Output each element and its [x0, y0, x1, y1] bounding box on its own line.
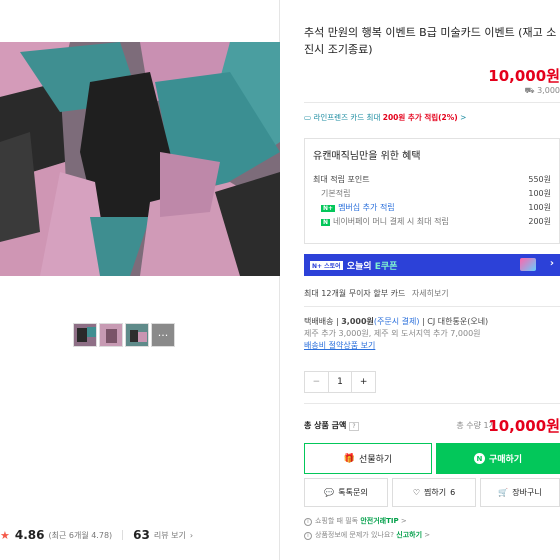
- installment-detail-link[interactable]: 자세히보기: [412, 289, 449, 298]
- shipping-payment-note: (주문시 결제): [373, 317, 420, 326]
- help-icon[interactable]: ?: [349, 422, 359, 431]
- product-gallery: ··· ★ 4.86 (최근 6개월 4.78) 63 리뷰 보기 ›: [0, 0, 280, 560]
- review-count: 63: [133, 528, 150, 542]
- total-label: 총 상품 금액?: [304, 420, 359, 431]
- thumbnail-1[interactable]: [73, 323, 97, 347]
- shipping-mini-value: 3,000: [537, 86, 560, 95]
- shipping-method: 택배배송: [304, 317, 334, 326]
- rating-recent: (최근 6개월 4.78): [48, 530, 113, 540]
- benefit-row-naverpay[interactable]: N 네이버페이 머니 결제 시 최대 적립 200원: [313, 214, 551, 228]
- product-main-image[interactable]: [0, 42, 280, 276]
- card-promo-text: 라인프렌즈 카드 최대: [313, 113, 381, 122]
- cart-button-label: 장바구니: [512, 488, 542, 497]
- total-price-unit: 원: [546, 417, 560, 435]
- banner-highlight: E쿠폰: [374, 261, 398, 272]
- wish-button[interactable]: ♡ 찜하기 6: [392, 478, 476, 507]
- product-title: 추석 만원의 행복 이벤트 B급 미술카드 이벤트 (재고 소진시 조기종료): [304, 26, 557, 56]
- safety-tip-link[interactable]: 안전거래TIP: [360, 517, 398, 525]
- product-price: 10,000원: [488, 65, 560, 86]
- gift-icon: 🎁: [343, 453, 356, 464]
- more-icon: ···: [157, 328, 169, 342]
- chevron-right-icon: ›: [549, 258, 554, 269]
- benefit-max-row: 최대 적립 포인트 550원: [313, 172, 551, 186]
- benefit-value: 200원: [528, 216, 551, 226]
- rating-score: 4.86: [14, 528, 45, 542]
- report-link[interactable]: 신고하기: [396, 531, 422, 539]
- divider: [304, 306, 560, 307]
- info-icon: i: [304, 518, 312, 526]
- gift-button-label: 선물하기: [359, 455, 393, 465]
- star-icon: ★: [0, 528, 10, 542]
- notice-report: i 상품정보에 문제가 있나요? 신고하기 >: [304, 530, 430, 540]
- store-badge: N+ 스토어: [310, 260, 343, 270]
- ecoupon-banner[interactable]: N+ 스토어 오늘의 E쿠폰 ›: [304, 254, 560, 276]
- info-icon: i: [304, 532, 312, 540]
- quantity-plus-button[interactable]: +: [352, 372, 375, 392]
- gift-button[interactable]: 🎁 선물하기: [304, 443, 432, 474]
- price-value: 10,000: [488, 67, 547, 85]
- card-point-promo[interactable]: ▭ 라인프렌즈 카드 최대 200원 추가 적립(2%) >: [304, 112, 466, 123]
- divider: [304, 403, 560, 404]
- naverpay-icon: N: [321, 218, 331, 226]
- benefit-value: 100원: [528, 202, 551, 212]
- benefit-title: 유캔매직님만을 위한 혜택: [313, 151, 421, 162]
- quantity-input[interactable]: 1: [327, 372, 353, 392]
- review-link[interactable]: 리뷰 보기: [154, 530, 186, 541]
- wish-button-label: 찜하기: [423, 488, 447, 497]
- shipping-save-link[interactable]: 배송비 절약상품 보기: [304, 340, 488, 352]
- total-label-text: 총 상품 금액: [304, 421, 347, 430]
- cart-button[interactable]: 🛒 장바구니: [480, 478, 560, 507]
- shipping-fee: 3,000원: [341, 317, 374, 326]
- benefit-row-basic: 기본적립 100원: [313, 186, 551, 200]
- installment-row: 최대 12개월 무이자 할부 카드 자세히보기: [304, 288, 449, 299]
- quantity-stepper: − 1 +: [304, 371, 376, 393]
- product-info-panel: 추석 만원의 행복 이벤트 B급 미술카드 이벤트 (재고 소진시 조기종료) …: [304, 0, 560, 560]
- thumbnail-3[interactable]: [125, 323, 149, 347]
- price-unit: 원: [546, 67, 560, 85]
- divider: [122, 530, 124, 540]
- benefit-label: 기본적립: [321, 188, 351, 198]
- talk-button-label: 톡톡문의: [338, 488, 368, 497]
- coupon-icon: [520, 258, 536, 271]
- notice-text: 쇼핑할 때 필독: [315, 517, 359, 525]
- chevron-right-icon: >: [460, 113, 467, 122]
- naver-plus-icon: N+: [321, 204, 336, 212]
- shipping-extra-fee: 제주 추가 3,000원, 제주 외 도서지역 추가 7,000원: [304, 329, 481, 338]
- thumbnail-more-button[interactable]: ···: [151, 323, 175, 347]
- rating-row: ★ 4.86 (최근 6개월 4.78) 63 리뷰 보기 ›: [0, 528, 193, 542]
- courier-name: CJ 대한통운(오네): [427, 317, 489, 326]
- buy-button-label: 구매하기: [488, 455, 523, 465]
- notice-safety: i 쇼핑할 때 필독 안전거래TIP >: [304, 516, 407, 526]
- talk-inquiry-button[interactable]: 💬 톡톡문의: [304, 478, 388, 507]
- shipping-info: 택배배송 | 3,000원(주문시 결제) | CJ 대한통운(오네) 제주 추…: [304, 317, 489, 352]
- naverpay-icon: N: [473, 453, 485, 464]
- notice-text: 상품정보에 문제가 있나요?: [315, 531, 395, 539]
- installment-label: 최대 12개월 무이자 할부 카드: [304, 289, 406, 298]
- banner-text: 오늘의: [346, 261, 372, 272]
- benefit-value: 100원: [528, 188, 551, 198]
- heart-icon: ♡: [412, 488, 420, 497]
- total-price: 10,000원: [488, 415, 560, 436]
- card-promo-highlight: 200원 추가 적립(2%): [382, 113, 458, 122]
- total-price-value: 10,000: [488, 417, 547, 435]
- buy-button[interactable]: N 구매하기: [436, 443, 560, 474]
- chevron-right-icon: ›: [189, 530, 194, 540]
- shipping-mini: ⛟ 3,000: [524, 86, 560, 96]
- benefit-box: 유캔매직님만을 위한 혜택 최대 적립 포인트 550원 기본적립 100원 N…: [304, 138, 560, 244]
- benefit-label: 멤버십 추가 적립: [338, 202, 395, 212]
- benefit-row-membership[interactable]: N+ 멤버십 추가 적립 100원: [313, 200, 551, 214]
- quantity-minus-button[interactable]: −: [305, 372, 328, 392]
- thumbnail-2[interactable]: [99, 323, 123, 347]
- benefit-label: 네이버페이 머니 결제 시 최대 적립: [333, 216, 449, 226]
- thumbnail-strip: ···: [73, 323, 175, 347]
- cart-icon: 🛒: [498, 488, 509, 497]
- divider: [304, 102, 560, 103]
- chat-icon: 💬: [324, 488, 335, 497]
- benefit-max-label: 최대 적립 포인트: [313, 174, 370, 184]
- wish-count: 6: [450, 488, 456, 497]
- truck-icon: ⛟: [524, 86, 538, 95]
- benefit-max-value: 550원: [528, 174, 551, 184]
